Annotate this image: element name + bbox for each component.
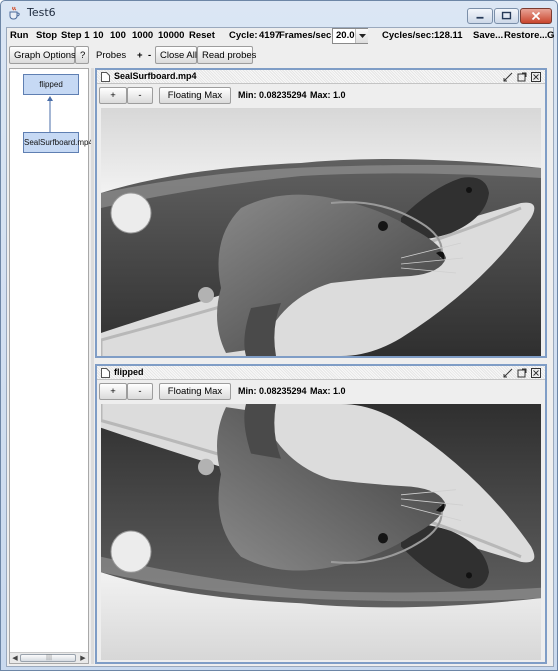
step-1000-button[interactable]: 1000 [132,30,153,41]
probe-controls: + - Floating Max Min: 0.08235294 Max: 1.… [97,381,545,401]
maximize-icon[interactable] [517,368,527,378]
read-probes-button[interactable]: Read probes [197,46,256,64]
close-button[interactable] [520,8,552,24]
title-bar[interactable]: Test6 [1,1,557,25]
max-value: Max: 1.0 [310,386,346,396]
close-icon[interactable] [531,368,541,378]
document-icon [101,368,110,378]
probe-title: flipped [114,367,144,377]
probe-title-bar[interactable]: SealSurfboard.mp4 [97,70,545,84]
maximize-button[interactable] [494,8,519,24]
graph-node-sealsurfboard[interactable]: SealSurfboard.mp4 [23,132,93,153]
graph-horizontal-scrollbar[interactable]: ◀ ||| ▶ [10,652,88,663]
floating-max-button[interactable]: Floating Max [159,383,231,400]
step-100-button[interactable]: 100 [110,30,126,41]
maximize-icon [501,11,512,20]
document-icon [101,72,110,82]
close-icon [531,11,541,21]
java-cup-icon [7,6,21,20]
cycle-label: Cycle: [229,30,258,41]
fps-label: Frames/sec: [279,30,335,41]
graph-panel[interactable]: flipped SealSurfboard.mp4 ◀ ||| ▶ [9,68,93,664]
remove-probe-button[interactable]: - [148,50,151,61]
max-value: Max: 1.0 [310,90,346,100]
minimize-icon [476,16,484,19]
help-button[interactable]: ? [75,46,89,64]
app-window: Test6 Run Stop Step 1 10 100 1000 10000 … [0,0,558,671]
scroll-left-icon[interactable]: ◀ [10,653,20,663]
save-button[interactable]: Save... [473,30,503,41]
probe-image-seal-flipped [101,404,541,660]
window-title: Test6 [27,6,56,19]
chevron-down-icon[interactable] [355,29,368,43]
stop-button[interactable]: Stop [36,30,57,41]
close-icon[interactable] [531,72,541,82]
min-value: Min: 0.08235294 [238,90,307,100]
probe-title-bar[interactable]: flipped [97,366,545,380]
probe-image-seal [101,108,541,356]
restore-icon[interactable] [503,368,513,378]
min-value: Min: 0.08235294 [238,386,307,396]
zoom-out-button[interactable]: - [127,383,153,400]
overflow-button[interactable]: G [547,30,554,41]
simulation-toolbar: Run Stop Step 1 10 100 1000 10000 Reset … [7,28,554,44]
close-all-button[interactable]: Close All [155,46,197,64]
secondary-toolbar: Graph Options ? Probes + - Close All Rea… [7,45,553,65]
step-10-button[interactable]: 10 [93,30,104,41]
probe-title: SealSurfboard.mp4 [114,71,197,81]
restore-icon[interactable] [503,72,513,82]
probe-controls: + - Floating Max Min: 0.08235294 Max: 1.… [97,85,545,105]
graph-node-flipped[interactable]: flipped [23,74,79,95]
probe-window-flipped[interactable]: flipped + - Floating Max Min: 0.08235294… [95,364,547,664]
cycle-value: 4197 [259,30,281,41]
step-1-button[interactable]: Step 1 [61,30,90,41]
probes-label: Probes [96,50,127,61]
graph-options-button[interactable]: Graph Options [9,46,76,64]
zoom-out-button[interactable]: - [127,87,153,104]
reset-button[interactable]: Reset [189,30,215,41]
fps-value: 20.0 [336,30,355,41]
run-button[interactable]: Run [10,30,28,41]
split-pane-divider[interactable] [91,68,94,664]
probe-window-sealsurfboard[interactable]: SealSurfboard.mp4 + - Floating Max Min: … [95,68,547,358]
fps-select[interactable]: 20.0 [332,28,368,44]
step-10000-button[interactable]: 10000 [158,30,184,41]
floating-max-button[interactable]: Floating Max [159,87,231,104]
minimize-button[interactable] [467,8,493,24]
scroll-thumb[interactable]: ||| [20,654,76,662]
cycles-per-sec-label: Cycles/sec: [382,30,435,41]
scroll-right-icon[interactable]: ▶ [78,653,88,663]
zoom-in-button[interactable]: + [99,383,127,400]
maximize-icon[interactable] [517,72,527,82]
restore-button[interactable]: Restore... [504,30,547,41]
cycles-per-sec-value: 128.11 [434,30,463,41]
main-area: Run Stop Step 1 10 100 1000 10000 Reset … [6,27,554,667]
add-probe-button[interactable]: + [137,50,143,61]
zoom-in-button[interactable]: + [99,87,127,104]
